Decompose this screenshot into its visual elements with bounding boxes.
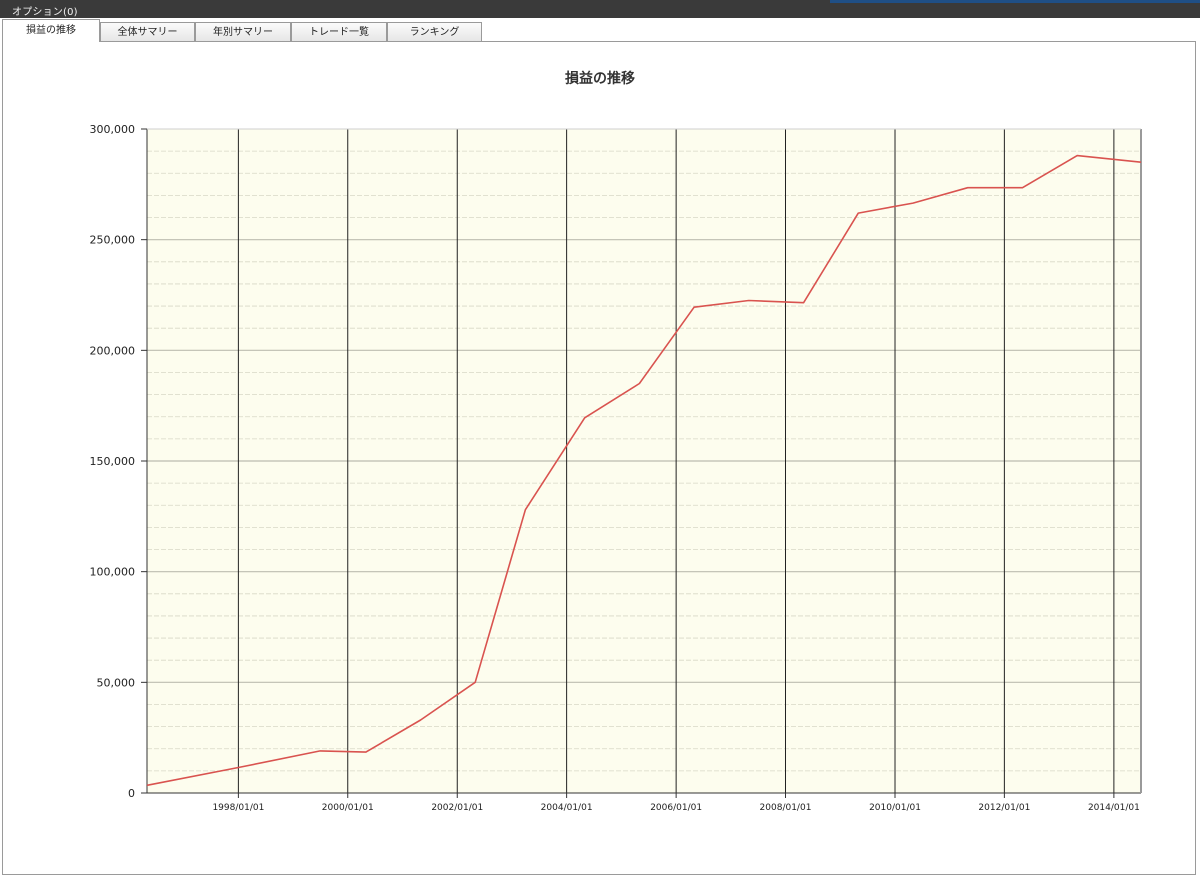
profit-chart: 損益の推移 0 50,000 100,000 150,000 200,000 250,00… [90,70,1142,813]
data-point [693,306,695,308]
data-point [857,212,859,214]
tab-ranking[interactable]: ランキング [387,22,482,41]
data-point [748,299,750,301]
tab-strip: 損益の推移 全体サマリー 年別サマリー トレード一覧 ランキング [0,18,1200,42]
x-tick-label: 2002/01/01 [431,803,483,813]
tab-overall-summary[interactable]: 全体サマリー [100,22,195,41]
chart-title: 損益の推移 [565,70,635,87]
x-tick-label: 2006/01/01 [650,803,702,813]
x-axis-labels: 1998/01/01 2000/01/01 2002/01/01 2004/01/01… [212,803,1139,813]
x-tick-label: 2008/01/01 [760,803,812,813]
data-point [912,202,914,204]
data-point [237,766,239,768]
y-tick-label: 50,000 [97,676,136,689]
data-point [802,302,804,304]
tab-trade-list[interactable]: トレード一覧 [291,22,387,41]
data-point [638,382,640,384]
data-point [1140,161,1142,163]
window-title: オプション(0) [12,7,78,18]
data-point [474,681,476,683]
data-point [419,719,421,721]
y-tick-label: 0 [128,787,135,800]
x-tick-label: 2004/01/01 [541,803,593,813]
tab-profit-trend[interactable]: 損益の推移 [2,19,100,42]
x-tick-label: 2012/01/01 [978,803,1030,813]
data-point [1021,186,1023,188]
data-point [524,508,526,510]
x-tick-label: 2000/01/01 [322,803,374,813]
data-point [146,784,148,786]
data-point [966,186,968,188]
titlebar-accent [830,0,1200,3]
y-tick-label: 200,000 [90,344,136,357]
tab-content-panel: 損益の推移 0 50,000 100,000 150,000 200,000 250,00… [2,41,1196,875]
x-tick-label: 1998/01/01 [212,803,264,813]
data-point [365,751,367,753]
data-point [1076,154,1078,156]
y-tick-label: 250,000 [90,234,136,247]
x-tick-label: 2014/01/01 [1088,803,1140,813]
data-point [319,750,321,752]
y-tick-label: 300,000 [90,123,136,136]
x-tick-label: 2010/01/01 [869,803,921,813]
y-tick-label: 150,000 [90,455,136,468]
tab-yearly-summary[interactable]: 年別サマリー [195,22,291,41]
data-point [584,417,586,419]
window-titlebar: オプション(0) [0,0,1200,18]
y-tick-label: 100,000 [90,566,136,579]
y-axis-labels: 0 50,000 100,000 150,000 200,000 250,000 300,0… [90,123,136,800]
